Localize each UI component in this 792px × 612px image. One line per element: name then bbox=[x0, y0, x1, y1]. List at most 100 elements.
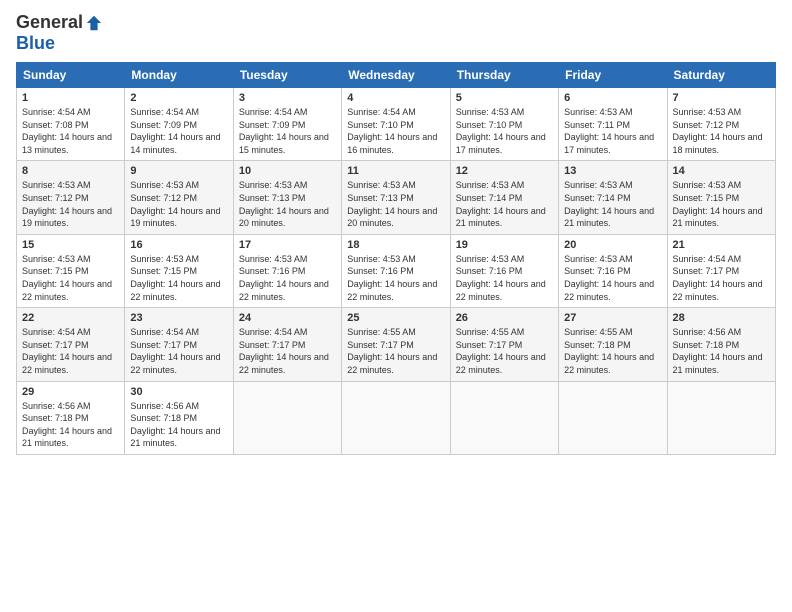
calendar-cell: 25 Sunrise: 4:55 AMSunset: 7:17 PMDayligh… bbox=[342, 308, 450, 381]
day-number: 19 bbox=[456, 239, 553, 251]
day-info: Sunrise: 4:53 AMSunset: 7:16 PMDaylight:… bbox=[564, 253, 661, 303]
day-number: 25 bbox=[347, 312, 444, 324]
day-info: Sunrise: 4:54 AMSunset: 7:08 PMDaylight:… bbox=[22, 106, 119, 156]
day-info: Sunrise: 4:53 AMSunset: 7:15 PMDaylight:… bbox=[673, 179, 770, 229]
calendar-cell: 5 Sunrise: 4:53 AMSunset: 7:10 PMDaylight… bbox=[450, 88, 558, 161]
day-number: 1 bbox=[22, 92, 119, 104]
calendar-cell: 29Sunrise: 4:56 AMSunset: 7:18 PMDayligh… bbox=[17, 381, 125, 454]
day-number: 14 bbox=[673, 165, 770, 177]
day-number: 5 bbox=[456, 92, 553, 104]
day-number: 11 bbox=[347, 165, 444, 177]
day-header-tuesday: Tuesday bbox=[233, 63, 341, 88]
calendar-cell: 14 Sunrise: 4:53 AMSunset: 7:15 PMDayligh… bbox=[667, 161, 775, 234]
calendar-cell: 16 Sunrise: 4:53 AMSunset: 7:15 PMDayligh… bbox=[125, 234, 233, 307]
day-info: Sunrise: 4:53 AMSunset: 7:12 PMDaylight:… bbox=[130, 179, 227, 229]
day-info: Sunrise: 4:53 AMSunset: 7:16 PMDaylight:… bbox=[347, 253, 444, 303]
week-row-1: 1 Sunrise: 4:54 AMSunset: 7:08 PMDaylight… bbox=[17, 88, 776, 161]
day-header-thursday: Thursday bbox=[450, 63, 558, 88]
calendar-cell: 7Sunrise: 4:53 AMSunset: 7:12 PMDaylight… bbox=[667, 88, 775, 161]
calendar-cell bbox=[233, 381, 341, 454]
calendar-table: SundayMondayTuesdayWednesdayThursdayFrid… bbox=[16, 62, 776, 455]
days-of-week-row: SundayMondayTuesdayWednesdayThursdayFrid… bbox=[17, 63, 776, 88]
day-info: Sunrise: 4:53 AMSunset: 7:10 PMDaylight:… bbox=[456, 106, 553, 156]
logo-general-text: General bbox=[16, 12, 83, 33]
week-row-3: 15 Sunrise: 4:53 AMSunset: 7:15 PMDayligh… bbox=[17, 234, 776, 307]
day-info: Sunrise: 4:55 AMSunset: 7:17 PMDaylight:… bbox=[347, 326, 444, 376]
calendar-cell bbox=[667, 381, 775, 454]
calendar-cell: 22 Sunrise: 4:54 AMSunset: 7:17 PMDayligh… bbox=[17, 308, 125, 381]
calendar-cell: 21Sunrise: 4:54 AMSunset: 7:17 PMDayligh… bbox=[667, 234, 775, 307]
day-number: 16 bbox=[130, 239, 227, 251]
calendar-header: SundayMondayTuesdayWednesdayThursdayFrid… bbox=[17, 63, 776, 88]
logo-blue-text: Blue bbox=[16, 33, 55, 54]
day-info: Sunrise: 4:56 AMSunset: 7:18 PMDaylight:… bbox=[130, 400, 227, 450]
day-number: 2 bbox=[130, 92, 227, 104]
day-info: Sunrise: 4:54 AMSunset: 7:17 PMDaylight:… bbox=[22, 326, 119, 376]
day-header-saturday: Saturday bbox=[667, 63, 775, 88]
day-number: 26 bbox=[456, 312, 553, 324]
calendar-cell: 30 Sunrise: 4:56 AMSunset: 7:18 PMDayligh… bbox=[125, 381, 233, 454]
calendar-cell: 24 Sunrise: 4:54 AMSunset: 7:17 PMDayligh… bbox=[233, 308, 341, 381]
calendar-cell: 13 Sunrise: 4:53 AMSunset: 7:14 PMDayligh… bbox=[559, 161, 667, 234]
calendar-cell: 11 Sunrise: 4:53 AMSunset: 7:13 PMDayligh… bbox=[342, 161, 450, 234]
day-number: 28 bbox=[673, 312, 770, 324]
day-number: 13 bbox=[564, 165, 661, 177]
day-info: Sunrise: 4:53 AMSunset: 7:13 PMDaylight:… bbox=[239, 179, 336, 229]
day-info: Sunrise: 4:55 AMSunset: 7:18 PMDaylight:… bbox=[564, 326, 661, 376]
day-info: Sunrise: 4:53 AMSunset: 7:12 PMDaylight:… bbox=[22, 179, 119, 229]
calendar-cell: 4 Sunrise: 4:54 AMSunset: 7:10 PMDaylight… bbox=[342, 88, 450, 161]
day-number: 23 bbox=[130, 312, 227, 324]
day-number: 4 bbox=[347, 92, 444, 104]
day-info: Sunrise: 4:54 AMSunset: 7:17 PMDaylight:… bbox=[239, 326, 336, 376]
day-number: 22 bbox=[22, 312, 119, 324]
calendar-cell: 18 Sunrise: 4:53 AMSunset: 7:16 PMDayligh… bbox=[342, 234, 450, 307]
calendar-cell bbox=[342, 381, 450, 454]
logo: General bbox=[16, 12, 103, 33]
calendar-cell: 2 Sunrise: 4:54 AMSunset: 7:09 PMDaylight… bbox=[125, 88, 233, 161]
day-info: Sunrise: 4:56 AMSunset: 7:18 PMDaylight:… bbox=[22, 400, 119, 450]
day-header-wednesday: Wednesday bbox=[342, 63, 450, 88]
day-header-sunday: Sunday bbox=[17, 63, 125, 88]
logo-icon bbox=[85, 14, 103, 32]
day-number: 24 bbox=[239, 312, 336, 324]
calendar-body: 1 Sunrise: 4:54 AMSunset: 7:08 PMDaylight… bbox=[17, 88, 776, 455]
header: General Blue bbox=[16, 12, 776, 54]
week-row-4: 22 Sunrise: 4:54 AMSunset: 7:17 PMDayligh… bbox=[17, 308, 776, 381]
calendar-cell: 23 Sunrise: 4:54 AMSunset: 7:17 PMDayligh… bbox=[125, 308, 233, 381]
day-info: Sunrise: 4:53 AMSunset: 7:15 PMDaylight:… bbox=[22, 253, 119, 303]
calendar-cell: 15 Sunrise: 4:53 AMSunset: 7:15 PMDayligh… bbox=[17, 234, 125, 307]
calendar-cell bbox=[559, 381, 667, 454]
day-info: Sunrise: 4:56 AMSunset: 7:18 PMDaylight:… bbox=[673, 326, 770, 376]
calendar-cell: 20Sunrise: 4:53 AMSunset: 7:16 PMDayligh… bbox=[559, 234, 667, 307]
calendar-cell: 3 Sunrise: 4:54 AMSunset: 7:09 PMDaylight… bbox=[233, 88, 341, 161]
day-number: 30 bbox=[130, 386, 227, 398]
day-number: 3 bbox=[239, 92, 336, 104]
day-info: Sunrise: 4:53 AMSunset: 7:16 PMDaylight:… bbox=[239, 253, 336, 303]
day-info: Sunrise: 4:54 AMSunset: 7:17 PMDaylight:… bbox=[673, 253, 770, 303]
day-info: Sunrise: 4:54 AMSunset: 7:17 PMDaylight:… bbox=[130, 326, 227, 376]
day-info: Sunrise: 4:54 AMSunset: 7:09 PMDaylight:… bbox=[130, 106, 227, 156]
day-number: 15 bbox=[22, 239, 119, 251]
day-info: Sunrise: 4:54 AMSunset: 7:09 PMDaylight:… bbox=[239, 106, 336, 156]
day-info: Sunrise: 4:53 AMSunset: 7:12 PMDaylight:… bbox=[673, 106, 770, 156]
day-number: 9 bbox=[130, 165, 227, 177]
day-info: Sunrise: 4:53 AMSunset: 7:14 PMDaylight:… bbox=[564, 179, 661, 229]
day-info: Sunrise: 4:53 AMSunset: 7:15 PMDaylight:… bbox=[130, 253, 227, 303]
calendar-cell: 1 Sunrise: 4:54 AMSunset: 7:08 PMDaylight… bbox=[17, 88, 125, 161]
day-number: 18 bbox=[347, 239, 444, 251]
day-info: Sunrise: 4:53 AMSunset: 7:16 PMDaylight:… bbox=[456, 253, 553, 303]
calendar-cell: 9 Sunrise: 4:53 AMSunset: 7:12 PMDaylight… bbox=[125, 161, 233, 234]
day-info: Sunrise: 4:53 AMSunset: 7:14 PMDaylight:… bbox=[456, 179, 553, 229]
day-info: Sunrise: 4:54 AMSunset: 7:10 PMDaylight:… bbox=[347, 106, 444, 156]
calendar-cell: 10 Sunrise: 4:53 AMSunset: 7:13 PMDayligh… bbox=[233, 161, 341, 234]
day-number: 27 bbox=[564, 312, 661, 324]
calendar-cell: 17 Sunrise: 4:53 AMSunset: 7:16 PMDayligh… bbox=[233, 234, 341, 307]
calendar-cell: 28 Sunrise: 4:56 AMSunset: 7:18 PMDayligh… bbox=[667, 308, 775, 381]
day-number: 12 bbox=[456, 165, 553, 177]
calendar-cell: 27 Sunrise: 4:55 AMSunset: 7:18 PMDayligh… bbox=[559, 308, 667, 381]
calendar-cell: 19 Sunrise: 4:53 AMSunset: 7:16 PMDayligh… bbox=[450, 234, 558, 307]
day-info: Sunrise: 4:53 AMSunset: 7:13 PMDaylight:… bbox=[347, 179, 444, 229]
day-header-friday: Friday bbox=[559, 63, 667, 88]
day-number: 10 bbox=[239, 165, 336, 177]
day-number: 17 bbox=[239, 239, 336, 251]
